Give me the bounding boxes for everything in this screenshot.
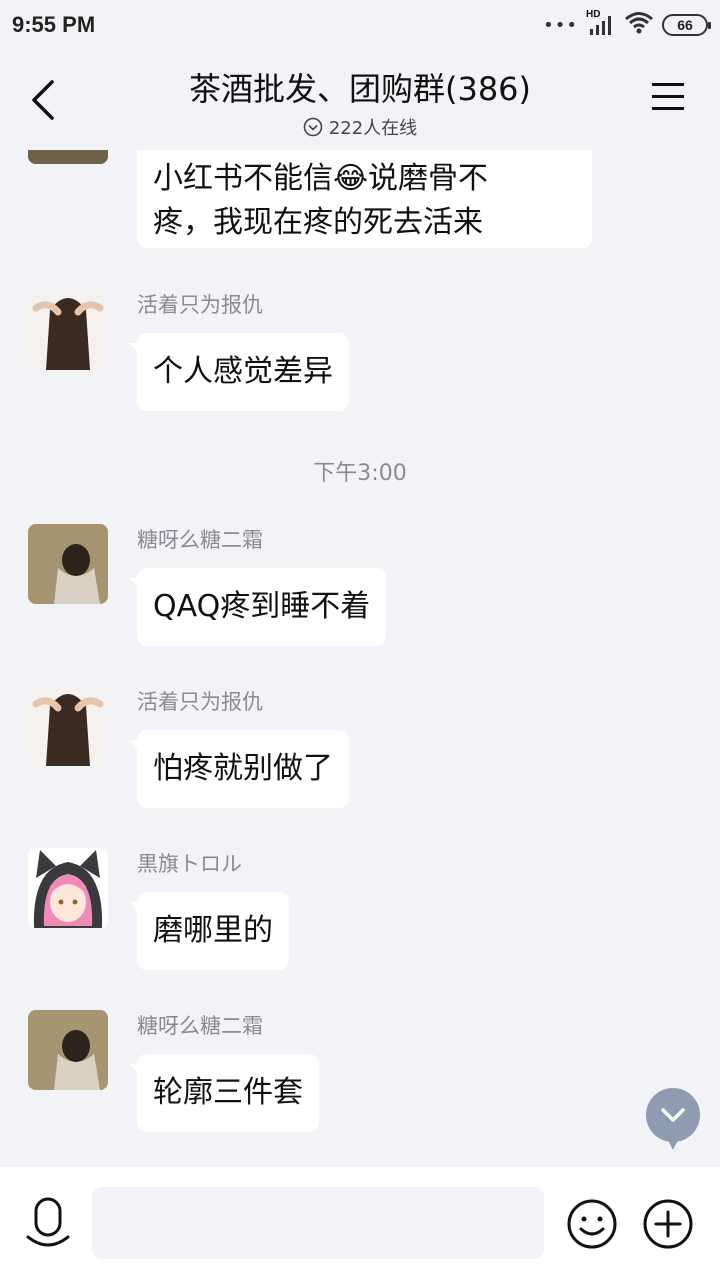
hamburger-menu-icon [652, 83, 684, 110]
avatar[interactable] [28, 1010, 108, 1090]
wifi-icon [624, 11, 654, 39]
more-dots-icon: ••• [543, 14, 578, 36]
sender-name: 糖呀么糖二霜 [137, 528, 263, 552]
title-block: 茶酒批发、团购群(386) 222人在线 [120, 64, 600, 140]
message-text: 怕疼就别做了 [153, 751, 333, 786]
voice-button[interactable] [24, 1197, 72, 1253]
message-text-line: 疼，我现在疼的死去活来 [153, 205, 483, 240]
message-text: 个人感觉差异 [153, 354, 333, 389]
sender-name: 黒旗トロル [137, 852, 242, 876]
sender-name: 活着只为报仇 [137, 293, 263, 317]
status-time: 9:55 PM [12, 12, 96, 37]
sender-name: 糖呀么糖二霜 [137, 1014, 263, 1038]
emoji-button[interactable] [566, 1198, 618, 1250]
status-bar: 9:55 PM ••• HD 66 [0, 0, 720, 50]
back-button[interactable] [24, 76, 64, 124]
message-text: 磨哪里的 [153, 913, 273, 948]
message-list[interactable]: 小红书不能信😂说磨骨不 疼，我现在疼的死去活来 活着只为报仇 个人感觉差异 下午… [0, 150, 720, 1167]
message-text: QAQ疼到睡不着 [153, 589, 371, 624]
battery-icon: 66 [662, 14, 711, 36]
chat-header: 茶酒批发、团购群(386) 222人在线 [0, 50, 720, 150]
online-count: 222人在线 [328, 118, 418, 139]
time-divider: 下午3:00 [313, 461, 407, 486]
online-status[interactable]: 222人在线 [120, 114, 600, 140]
smiley-icon [567, 1199, 617, 1249]
microphone-icon [26, 1197, 70, 1247]
scroll-to-bottom-button[interactable] [646, 1088, 700, 1150]
message-input[interactable] [92, 1187, 544, 1259]
avatar[interactable] [28, 290, 108, 370]
message-bubble[interactable]: QAQ疼到睡不着 [137, 568, 387, 646]
message-bubble[interactable]: 小红书不能信😂说磨骨不 疼，我现在疼的死去活来 [137, 150, 592, 248]
avatar[interactable] [28, 524, 108, 604]
message-bubble[interactable]: 怕疼就别做了 [137, 730, 349, 808]
avatar[interactable] [28, 150, 108, 164]
sender-name: 活着只为报仇 [137, 690, 263, 714]
message-text-line: 小红书不能信😂说磨骨不 [153, 161, 489, 196]
chevron-down-circle-icon [303, 117, 323, 137]
group-title[interactable]: 茶酒批发、团购群(386) [120, 64, 600, 110]
menu-button[interactable] [650, 80, 686, 114]
chevron-down-icon [661, 1108, 685, 1122]
status-icons: ••• HD 66 [543, 9, 711, 39]
chevron-left-icon [32, 80, 54, 120]
avatar[interactable] [28, 686, 108, 766]
message-bubble[interactable]: 个人感觉差异 [137, 333, 349, 411]
input-bar [0, 1167, 720, 1280]
more-actions-button[interactable] [642, 1198, 694, 1250]
message-bubble[interactable]: 轮廓三件套 [137, 1054, 319, 1132]
battery-level: 66 [677, 17, 693, 33]
avatar[interactable] [28, 848, 108, 928]
message-bubble[interactable]: 磨哪里的 [137, 892, 289, 970]
plus-circle-icon [643, 1199, 693, 1249]
message-text: 轮廓三件套 [153, 1075, 303, 1110]
signal-icon: HD [586, 9, 616, 37]
